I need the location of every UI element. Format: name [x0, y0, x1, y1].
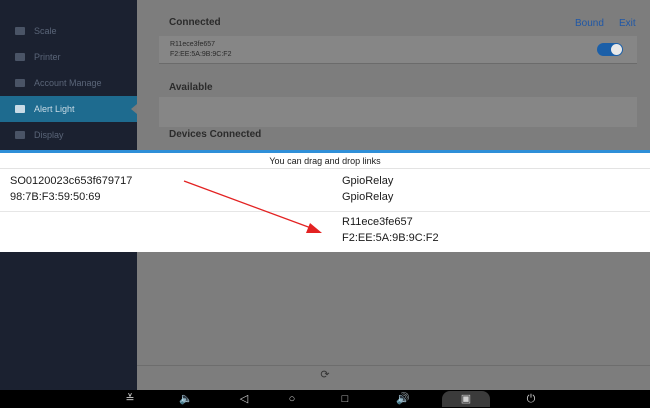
account-icon	[15, 79, 25, 87]
drag-drop-panel: You can drag and drop links SO0120023c65…	[0, 153, 650, 252]
sidebar-item-label: Alert Light	[34, 104, 75, 114]
devices-connected-title: Devices Connected	[169, 129, 262, 140]
navigation-bar: ≚ 🔈 ◁ ○ □ 🔊 ▣ ⏻	[0, 390, 650, 408]
printer-icon	[15, 53, 25, 61]
connected-title: Connected	[169, 17, 221, 28]
alert-light-icon	[15, 105, 25, 113]
recents-icon[interactable]: □	[337, 391, 353, 407]
refresh-icon[interactable]: ⟳	[0, 368, 650, 381]
volume-down-icon[interactable]: 🔈	[178, 391, 194, 407]
refresh-divider	[137, 365, 650, 366]
device-name: R11ece3fe657	[170, 41, 216, 48]
sidebar-item-display[interactable]: Display	[0, 122, 137, 148]
toggle-knob	[611, 44, 622, 55]
bound-button[interactable]: Bound	[575, 18, 604, 29]
sidebar-item-account-manage[interactable]: Account Manage	[0, 70, 137, 96]
power-icon[interactable]: ⏻	[523, 391, 539, 407]
sidebar-item-label: Printer	[34, 52, 61, 62]
sidebar-item-label: Scale	[34, 26, 57, 36]
sidebar-item-label: Account Manage	[34, 78, 102, 88]
exit-button[interactable]: Exit	[619, 18, 636, 29]
available-title: Available	[169, 82, 213, 93]
available-list	[159, 97, 637, 127]
device-enable-toggle[interactable]	[597, 43, 623, 56]
screenshot-icon[interactable]: ▣	[442, 391, 490, 407]
sidebar-item-printer[interactable]: Printer	[0, 44, 137, 70]
volume-up-icon[interactable]: 🔊	[395, 391, 411, 407]
home-icon[interactable]: ○	[284, 391, 300, 407]
sidebar-item-label: Display	[34, 130, 64, 140]
hide-nav-icon[interactable]: ≚	[122, 391, 138, 407]
device-mac: F2:EE:5A:9B:9C:F2	[170, 51, 232, 58]
back-icon[interactable]: ◁	[236, 391, 252, 407]
display-icon	[15, 131, 25, 139]
sidebar-item-scale[interactable]: Scale	[0, 18, 137, 44]
connected-device-row[interactable]: R11ece3fe657 F2:EE:5A:9B:9C:F2	[159, 36, 637, 64]
link-arrow	[183, 180, 322, 233]
scale-icon	[15, 27, 25, 35]
sidebar-item-alert-light[interactable]: Alert Light	[0, 96, 137, 122]
